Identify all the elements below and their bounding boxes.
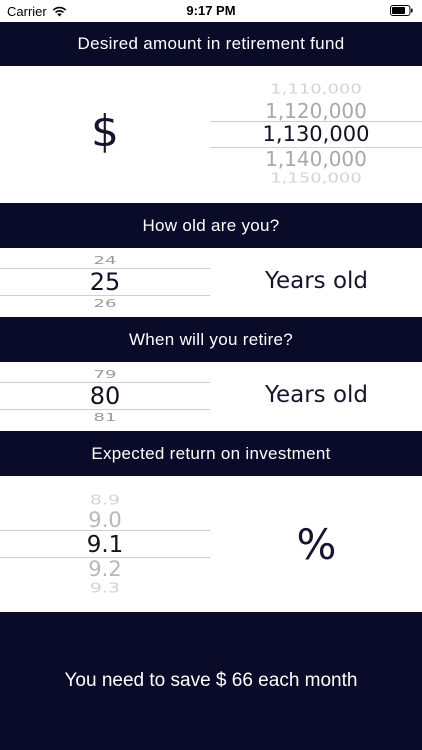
return-panel: 8.9 9.0 9.1 9.2 9.3 % [0,476,422,612]
picker-option[interactable]: 24 [0,254,210,267]
picker-option[interactable]: 1,150,000 [210,171,422,186]
age-header: How old are you? [0,203,422,248]
age-panel: 24 25 26 Years old [0,248,422,317]
picker-option[interactable]: 9.3 [0,580,210,596]
retire-unit-label: Years old [264,382,369,408]
age-unit-label: Years old [264,268,369,294]
picker-selected-value[interactable]: 1,130,000 [210,122,422,146]
status-time: 9:17 PM [186,3,236,18]
picker-option[interactable]: 9.0 [0,508,210,532]
monthly-savings-result: You need to save $ 66 each month [64,670,358,691]
currency-symbol: $ [91,106,119,157]
picker-option[interactable]: 26 [0,297,210,310]
fund-panel: $ 1,110,000 1,120,000 1,130,000 1,140,00… [0,66,422,203]
picker-option[interactable]: 1,140,000 [210,147,422,171]
picker-option[interactable]: 1,120,000 [210,99,422,123]
status-bar: Carrier 9:17 PM [0,0,422,22]
picker-selected-value[interactable]: 80 [0,382,210,410]
battery-icon [390,5,413,16]
percent-unit-label: % [296,520,337,569]
retire-header: When will you retire? [0,317,422,362]
picker-selected-value[interactable]: 9.1 [0,532,210,558]
result-banner: You need to save $ 66 each month [0,612,422,750]
picker-selected-value[interactable]: 25 [0,268,210,296]
retire-panel: 79 80 81 Years old [0,362,422,431]
fund-header: Desired amount in retirement fund [0,22,422,66]
picker-option[interactable]: 81 [0,411,210,424]
picker-option[interactable]: 1,110,000 [210,82,422,97]
picker-option[interactable]: 9.2 [0,557,210,581]
return-header: Expected return on investment [0,431,422,476]
picker-option[interactable]: 8.9 [0,492,210,508]
picker-option[interactable]: 79 [0,368,210,381]
